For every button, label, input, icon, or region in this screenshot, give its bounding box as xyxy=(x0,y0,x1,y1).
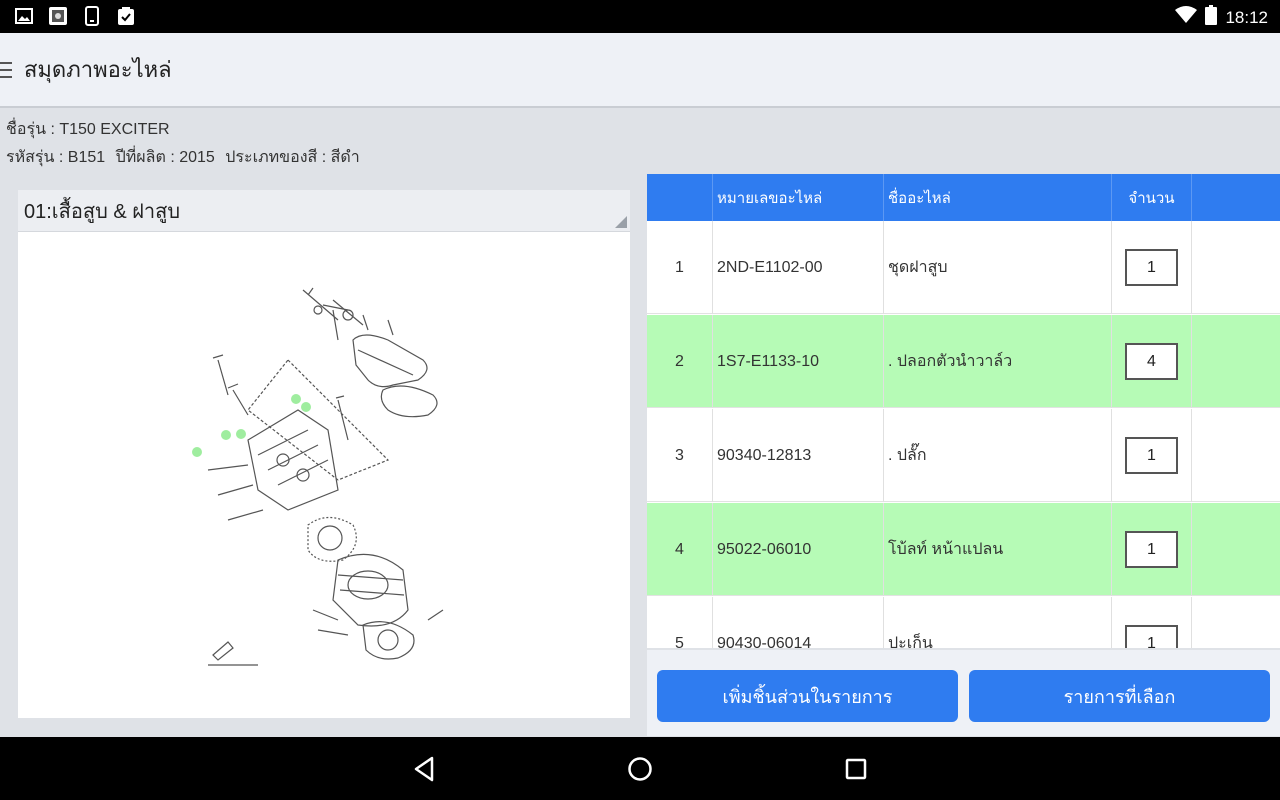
selected-items-button[interactable]: รายการที่เลือก xyxy=(969,670,1270,722)
qty-cell: 1 xyxy=(1112,409,1192,502)
back-icon[interactable] xyxy=(406,751,442,787)
part-name: ชุดฝาสูบ xyxy=(884,221,1112,314)
system-nav-bar xyxy=(0,737,1280,800)
extra-cell xyxy=(1192,221,1280,314)
table-row[interactable]: 2 1S7-E1133-10 . ปลอกตัวนำวาล์ว 4 xyxy=(647,315,1280,408)
qty-cell: 1 xyxy=(1112,221,1192,314)
part-number: 1S7-E1133-10 xyxy=(713,315,884,408)
row-number: 4 xyxy=(647,503,713,596)
dropdown-arrow-icon xyxy=(615,216,627,228)
clock: 18:12 xyxy=(1225,7,1268,27)
part-name: โบ้ลท์ หน้าแปลน xyxy=(884,503,1112,596)
qty-input[interactable]: 1 xyxy=(1125,625,1178,648)
row-number: 5 xyxy=(647,597,713,648)
model-year: ปีที่ผลิต : 2015 xyxy=(115,149,215,166)
row-number: 3 xyxy=(647,409,713,502)
header-part-no: หมายเลขอะไหล่ xyxy=(713,174,884,221)
header-part-name: ชื่ออะไหล่ xyxy=(884,174,1112,221)
qty-cell: 1 xyxy=(1112,503,1192,596)
model-code: รหัสรุ่น : B151 xyxy=(6,149,106,166)
part-name: ปะเก็น xyxy=(884,597,1112,648)
extra-cell xyxy=(1192,597,1280,648)
header-qty: จำนวน xyxy=(1112,174,1192,221)
color-type: ประเภทของสี : สีดำ xyxy=(225,149,360,166)
add-to-list-button[interactable]: เพิ่มชิ้นส่วนในรายการ xyxy=(657,670,958,722)
app-bar: สมุดภาพอะไหล่ xyxy=(0,33,1280,108)
part-number: 2ND-E1102-00 xyxy=(713,221,884,314)
section-dropdown[interactable]: 01:เสื้อสูบ & ฝาสูบ xyxy=(18,190,630,232)
gallery-icon xyxy=(48,6,68,26)
parts-table: หมายเลขอะไหล่ ชื่ออะไหล่ จำนวน 1 2ND-E11… xyxy=(647,174,1280,648)
table-row[interactable]: 5 90430-06014 ปะเก็น 1 xyxy=(647,597,1280,648)
action-bar: เพิ่มชิ้นส่วนในรายการ รายการที่เลือก xyxy=(647,650,1280,736)
qty-input[interactable]: 1 xyxy=(1125,531,1178,568)
table-row[interactable]: 1 2ND-E1102-00 ชุดฝาสูบ 1 xyxy=(647,221,1280,314)
header-no xyxy=(647,174,713,221)
table-row[interactable]: 3 90340-12813 . ปลั๊ก 1 xyxy=(647,409,1280,502)
section-dropdown-label: 01:เสื้อสูบ & ฝาสูบ xyxy=(24,200,181,223)
wifi-icon xyxy=(1175,6,1198,29)
qty-cell: 1 xyxy=(1112,597,1192,648)
exploded-parts-diagram[interactable] xyxy=(188,280,458,690)
qty-input[interactable]: 1 xyxy=(1125,437,1178,474)
home-icon[interactable] xyxy=(622,751,658,787)
part-name: . ปลอกตัวนำวาล์ว xyxy=(884,315,1112,408)
extra-cell xyxy=(1192,503,1280,596)
screen: 18:12 สมุดภาพอะไหล่ ชื่อรุ่น : T150 EXCI… xyxy=(0,0,1280,800)
table-row[interactable]: 4 95022-06010 โบ้ลท์ หน้าแปลน 1 xyxy=(647,503,1280,596)
qty-cell: 4 xyxy=(1112,315,1192,408)
part-name: . ปลั๊ก xyxy=(884,409,1112,502)
part-number: 90430-06014 xyxy=(713,597,884,648)
phone-icon xyxy=(82,6,102,26)
clipboard-check-icon xyxy=(116,6,136,26)
model-name: ชื่อรุ่น : T150 EXCITER xyxy=(6,121,170,138)
model-info: ชื่อรุ่น : T150 EXCITER รหัสรุ่น : B151 … xyxy=(6,116,366,172)
image-icon xyxy=(14,6,34,26)
menu-icon[interactable] xyxy=(0,58,14,82)
page-title: สมุดภาพอะไหล่ xyxy=(24,57,172,82)
battery-icon xyxy=(1205,5,1218,30)
table-header: หมายเลขอะไหล่ ชื่ออะไหล่ จำนวน xyxy=(647,174,1280,221)
row-number: 1 xyxy=(647,221,713,314)
header-extra xyxy=(1192,174,1280,221)
row-number: 2 xyxy=(647,315,713,408)
extra-cell xyxy=(1192,409,1280,502)
recents-icon[interactable] xyxy=(838,751,874,787)
extra-cell xyxy=(1192,315,1280,408)
status-bar: 18:12 xyxy=(0,0,1280,33)
part-number: 95022-06010 xyxy=(713,503,884,596)
part-number: 90340-12813 xyxy=(713,409,884,502)
qty-input[interactable]: 1 xyxy=(1125,249,1178,286)
qty-input[interactable]: 4 xyxy=(1125,343,1178,380)
diagram-panel: 01:เสื้อสูบ & ฝาสูบ xyxy=(18,190,630,718)
